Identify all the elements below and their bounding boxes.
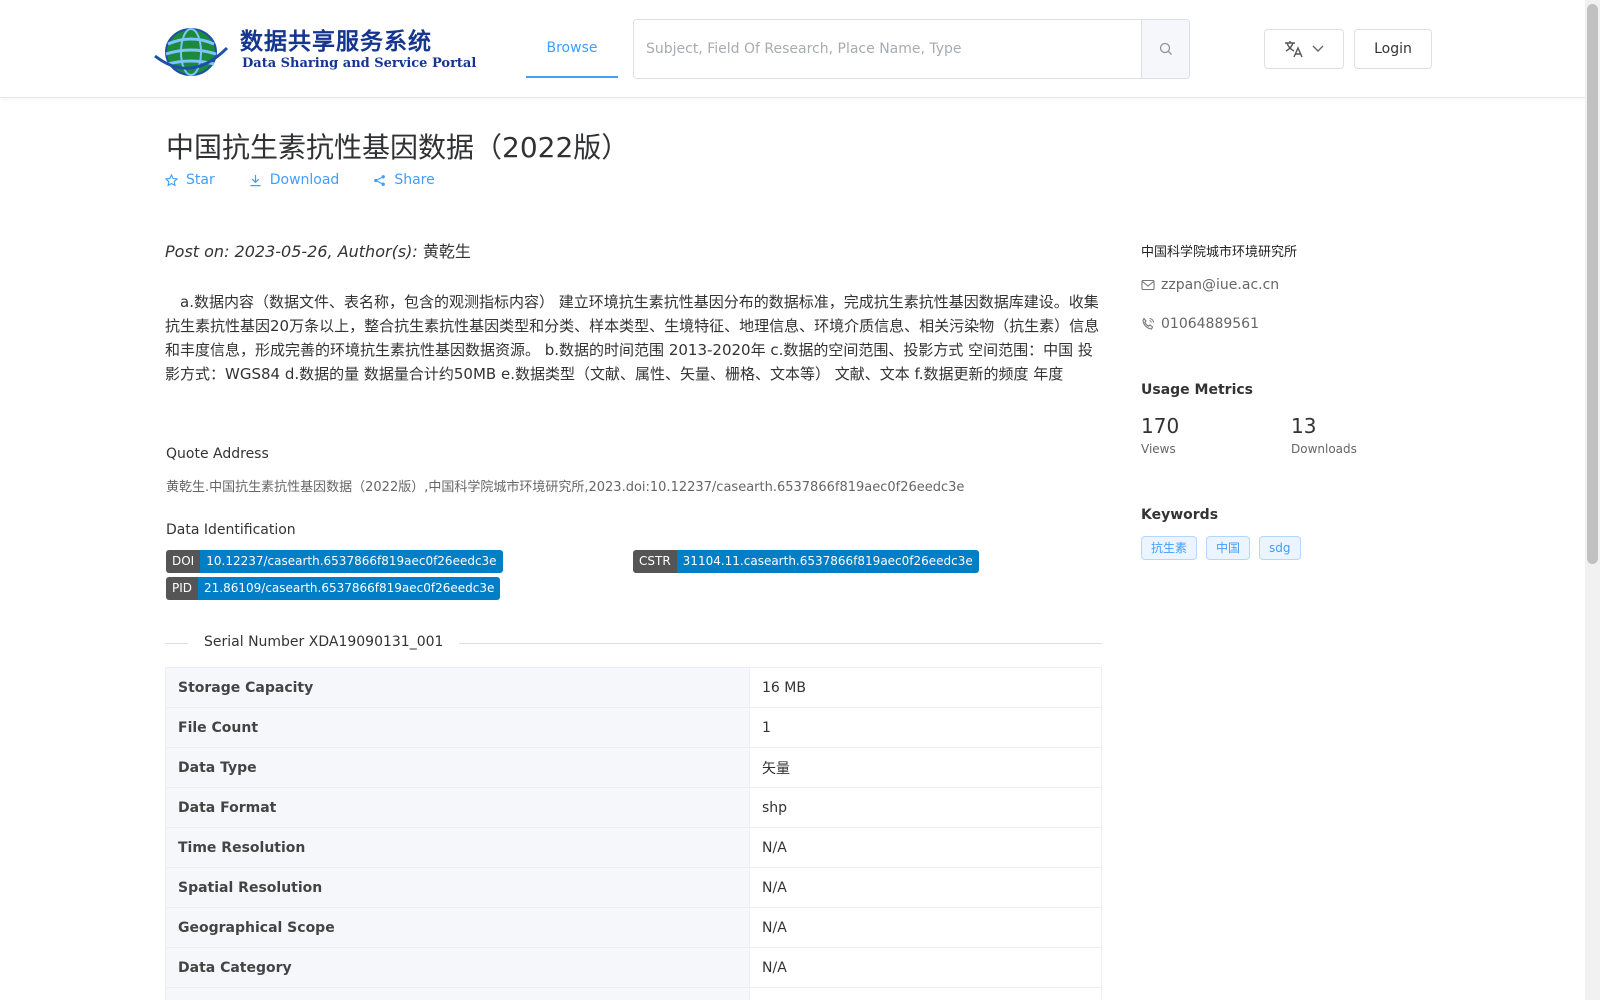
quote-address-text: 黄乾生.中国抗生素抗性基因数据（2022版）,中国科学院城市环境研究所,2023… — [166, 480, 965, 495]
keyword-tag[interactable]: 抗生素 — [1141, 536, 1198, 560]
translate-icon — [1285, 41, 1303, 58]
search-bar — [633, 19, 1190, 79]
attribute-key: Time Resolution — [165, 827, 750, 868]
views-label: Views — [1141, 442, 1176, 456]
logo-title-cn: 数据共享服务系统 — [240, 29, 432, 55]
pid-badge[interactable]: PID 21.86109/casearth.6537866f819aec0f26… — [166, 577, 501, 600]
attribute-key: File Count — [165, 707, 750, 748]
attribute-value: 16 MB — [749, 667, 1102, 708]
dataset-description: a.数据内容（数据文件、表名称，包含的观测指标内容） 建立环境抗生素抗性基因分布… — [165, 293, 1100, 383]
contact-email[interactable]: zzpan@iue.ac.cn — [1141, 277, 1279, 293]
table-row — [165, 987, 1102, 1000]
table-row: Storage Capacity 16 MB — [165, 667, 1102, 708]
doi-badge-key: DOI — [166, 550, 201, 573]
table-row: Data Category N/A — [165, 947, 1102, 988]
keywords-list: 抗生素 中国 sdg — [1141, 536, 1301, 560]
phone-text: 01064889561 — [1161, 316, 1259, 332]
doi-badge[interactable]: DOI 10.12237/casearth.6537866f819aec0f26… — [166, 550, 503, 573]
share-button[interactable]: Share — [373, 172, 435, 188]
cstr-badge-key: CSTR — [633, 550, 677, 573]
attribute-key: Data Category — [165, 947, 750, 988]
attribute-value: 1 — [749, 707, 1102, 748]
search-button[interactable] — [1141, 20, 1189, 78]
keyword-tag[interactable]: sdg — [1259, 536, 1301, 560]
downloads-metric: 13 Downloads — [1291, 414, 1357, 456]
author-name: 黄乾生 — [422, 242, 471, 261]
page-scrollbar[interactable] — [1585, 0, 1600, 1000]
share-icon — [374, 174, 386, 186]
table-row: Geographical Scope N/A — [165, 907, 1102, 948]
attribute-value-partial — [749, 987, 1102, 1000]
portal-logo[interactable]: 数据共享服务系统 Data Sharing and Service Portal — [152, 20, 476, 80]
attribute-key: Data Format — [165, 787, 750, 828]
serial-number: Serial Number XDA19090131_001 — [188, 634, 460, 650]
attribute-value: N/A — [749, 827, 1102, 868]
attribute-key: Data Type — [165, 747, 750, 788]
dataset-attributes-table: Storage Capacity 16 MB File Count 1 Data… — [165, 667, 1102, 1000]
pid-badge-key: PID — [166, 577, 199, 600]
dataset-title: 中国抗生素抗性基因数据（2022版） — [166, 131, 630, 164]
keywords-title: Keywords — [1141, 507, 1219, 523]
download-button[interactable]: Download — [249, 172, 340, 188]
cstr-badge[interactable]: CSTR 31104.11.casearth.6537866f819aec0f2… — [633, 550, 979, 573]
usage-metrics-title: Usage Metrics — [1141, 382, 1253, 398]
attribute-value: N/A — [749, 867, 1102, 908]
attribute-value: shp — [749, 787, 1102, 828]
table-row: File Count 1 — [165, 707, 1102, 748]
contact-phone: 01064889561 — [1141, 316, 1259, 332]
dataset-actions: Star Download Share — [165, 172, 435, 188]
table-row: Data Format shp — [165, 787, 1102, 828]
cstr-badge-value: 31104.11.casearth.6537866f819aec0f26eedc… — [676, 550, 979, 573]
nav-browse-tab[interactable]: Browse — [526, 20, 618, 78]
organization-name: 中国科学院城市环境研究所 — [1141, 245, 1298, 260]
star-icon — [165, 173, 178, 186]
post-info: Post on: 2023-05-26, Author(s): 黄乾生 — [165, 238, 471, 262]
attribute-key: Spatial Resolution — [165, 867, 750, 908]
post-date: Post on: 2023-05-26, Author(s): — [165, 242, 423, 261]
language-switch-button[interactable] — [1264, 29, 1344, 69]
keyword-tag[interactable]: 中国 — [1206, 536, 1251, 560]
search-input[interactable] — [634, 20, 1141, 78]
email-text: zzpan@iue.ac.cn — [1161, 277, 1280, 293]
download-icon — [250, 174, 261, 186]
table-row: Data Type 矢量 — [165, 747, 1102, 788]
star-label: Star — [186, 172, 215, 188]
attribute-key: Geographical Scope — [165, 907, 750, 948]
doi-badge-value: 10.12237/casearth.6537866f819aec0f26eedc… — [200, 550, 503, 573]
downloads-count: 13 — [1291, 414, 1317, 438]
attribute-value: 矢量 — [749, 747, 1102, 788]
pid-badge-value: 21.86109/casearth.6537866f819aec0f26eedc… — [198, 577, 501, 600]
phone-icon — [1142, 317, 1154, 330]
share-label: Share — [394, 172, 435, 188]
globe-logo-icon — [154, 28, 229, 76]
attribute-key: Storage Capacity — [165, 667, 750, 708]
login-button[interactable]: Login — [1354, 29, 1432, 69]
views-metric: 170 Views — [1141, 414, 1179, 456]
quote-address-label: Quote Address — [166, 446, 269, 462]
table-row: Spatial Resolution N/A — [165, 867, 1102, 908]
star-button[interactable]: Star — [165, 172, 215, 188]
logo-title-en: Data Sharing and Service Portal — [242, 56, 477, 71]
attribute-value: N/A — [749, 947, 1102, 988]
scrollbar-thumb[interactable] — [1587, 4, 1598, 564]
attribute-value: N/A — [749, 907, 1102, 948]
top-header: 数据共享服务系统 Data Sharing and Service Portal… — [0, 0, 1585, 98]
data-identification-label: Data Identification — [166, 522, 296, 538]
search-icon — [1159, 42, 1172, 55]
download-label: Download — [269, 172, 340, 188]
chevron-down-icon — [1312, 45, 1324, 52]
table-row: Time Resolution N/A — [165, 827, 1102, 868]
attribute-key-partial — [165, 987, 750, 1000]
mail-icon — [1141, 279, 1155, 291]
views-count: 170 — [1141, 414, 1180, 438]
downloads-label: Downloads — [1291, 442, 1357, 456]
